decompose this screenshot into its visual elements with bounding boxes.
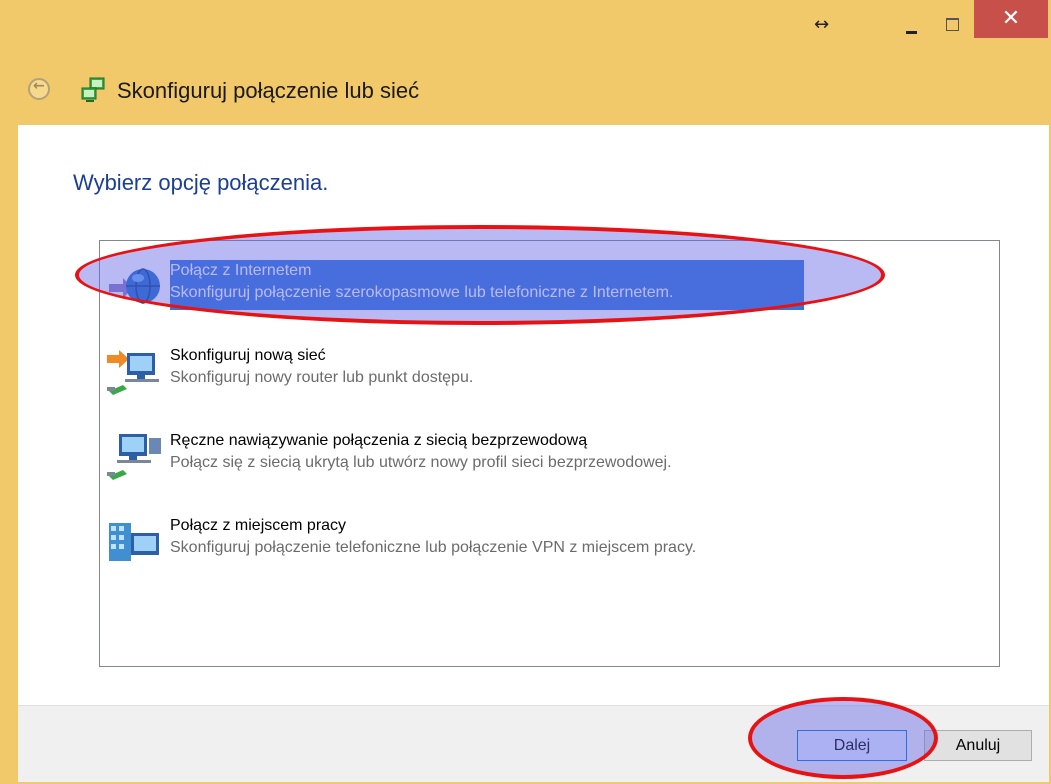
option-title: Połącz z Internetem bbox=[170, 262, 312, 279]
globe-network-icon bbox=[109, 268, 160, 304]
close-button[interactable]: ✕ bbox=[974, 0, 1048, 38]
minimize-button[interactable] bbox=[895, 10, 929, 40]
option-description: Skonfiguruj połączenie szerokopasmowe lu… bbox=[170, 284, 674, 301]
option-manual-wireless[interactable]: Ręczne nawiązywanie połączenia z siecią … bbox=[105, 430, 985, 482]
wireless-network-icon bbox=[107, 434, 161, 480]
option-description: Skonfiguruj nowy router lub punkt dostęp… bbox=[170, 369, 474, 386]
network-wizard-icon bbox=[81, 77, 105, 102]
title-bar[interactable]: ↔ ✕ bbox=[0, 0, 1051, 60]
next-button[interactable]: Dalej bbox=[797, 730, 907, 761]
new-network-icon bbox=[107, 350, 159, 395]
resize-horizontal-icon: ↔ bbox=[814, 14, 830, 35]
window-title: Skonfiguruj połączenie lub sieć bbox=[117, 78, 420, 103]
option-new-network[interactable]: Skonfiguruj nową sieć Skonfiguruj nowy r… bbox=[105, 345, 985, 397]
setup-connection-window: ↔ ✕ Skonfiguruj połączenie lub sieć Wybi… bbox=[0, 0, 1051, 784]
option-title: Skonfiguruj nową sieć bbox=[170, 347, 326, 364]
option-connect-workplace[interactable]: Połącz z miejscem pracy Skonfiguruj połą… bbox=[105, 515, 985, 567]
option-title: Połącz z miejscem pracy bbox=[170, 517, 347, 534]
cancel-button[interactable]: Anuluj bbox=[924, 730, 1032, 761]
back-button[interactable] bbox=[28, 78, 50, 100]
instruction-heading: Wybierz opcję połączenia. bbox=[73, 170, 329, 195]
option-connect-internet[interactable]: Połącz z Internetem Skonfiguruj połączen… bbox=[105, 260, 985, 312]
maximize-button[interactable] bbox=[935, 10, 969, 40]
option-description: Połącz się z siecią ukrytą lub utwórz no… bbox=[170, 454, 672, 471]
close-icon: ✕ bbox=[1001, 6, 1021, 31]
option-title: Ręczne nawiązywanie połączenia z siecią … bbox=[170, 432, 588, 449]
workplace-building-icon bbox=[109, 523, 159, 561]
option-description: Skonfiguruj połączenie telefoniczne lub … bbox=[170, 539, 697, 556]
